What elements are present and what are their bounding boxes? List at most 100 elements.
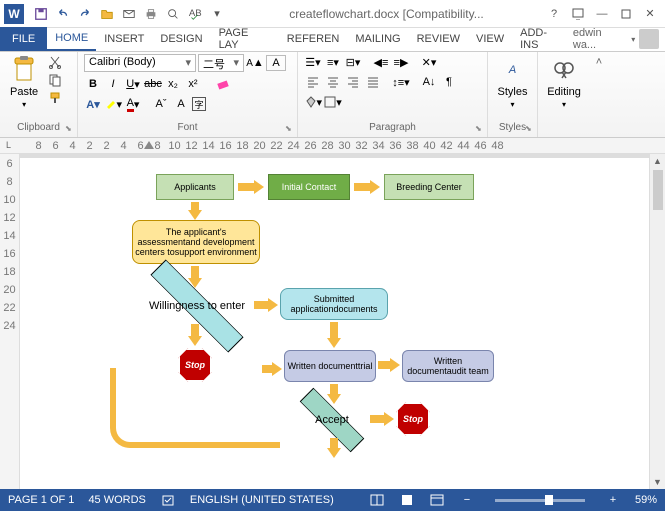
line-spacing-button[interactable]: ↕≡▾ — [392, 74, 410, 90]
maximize-button[interactable] — [615, 5, 637, 23]
zoom-out-button[interactable]: − — [459, 492, 475, 508]
language-status[interactable]: ENGLISH (UNITED STATES) — [190, 494, 334, 506]
clear-formatting-button[interactable] — [214, 76, 232, 92]
fc-written-trial[interactable]: Written documenttrial — [284, 350, 376, 382]
fc-assessment[interactable]: The applicant's assessmentand developmen… — [132, 220, 260, 264]
font-size-select[interactable]: 二号 — [198, 54, 244, 72]
fc-arrow[interactable] — [238, 180, 264, 194]
fc-initial[interactable]: Initial Contact — [268, 174, 350, 200]
increase-indent-button[interactable]: ≡▶ — [392, 54, 410, 70]
ribbon-options-button[interactable] — [567, 5, 589, 23]
user-name[interactable]: edwin wa... — [573, 27, 627, 51]
bullets-button[interactable]: ☰▾ — [304, 54, 322, 70]
fc-arrow[interactable] — [354, 180, 380, 194]
home-tab[interactable]: HOME — [47, 27, 96, 51]
proofing-icon[interactable] — [160, 492, 176, 508]
fc-arrow[interactable] — [262, 362, 282, 376]
close-button[interactable]: ✕ — [639, 5, 661, 23]
bold-button[interactable]: B — [84, 76, 102, 92]
show-marks-button[interactable]: ¶ — [440, 74, 458, 90]
paste-button[interactable]: Paste ▾ — [6, 54, 42, 111]
fc-arrow[interactable] — [327, 438, 341, 458]
shrink-font-button[interactable]: Aˇ — [152, 96, 170, 112]
fc-arrow[interactable] — [254, 298, 278, 312]
sort-button[interactable]: A↓ — [420, 74, 438, 90]
fc-arrow[interactable] — [327, 322, 341, 348]
word-count[interactable]: 45 WORDS — [88, 494, 145, 506]
fc-stop[interactable]: Stop — [396, 402, 430, 436]
font-color-button[interactable]: A▾ — [124, 96, 142, 112]
fc-breeding[interactable]: Breeding Center — [384, 174, 474, 200]
shading-button[interactable]: ▾ — [304, 94, 322, 110]
font-family-select[interactable]: Calibri (Body) — [84, 54, 196, 72]
fc-submitted[interactable]: Submitted applicationdocuments — [280, 288, 388, 320]
horizontal-ruler[interactable]: L 86422468101214161820222426283032343638… — [0, 138, 665, 154]
fc-written-audit[interactable]: Written documentaudit team — [402, 350, 494, 382]
subscript-button[interactable]: x₂ — [164, 76, 182, 92]
strikethrough-button[interactable]: abc — [144, 76, 162, 92]
fc-arrow[interactable] — [378, 358, 400, 372]
asian-layout-button[interactable]: ✕▾ — [420, 54, 438, 70]
fc-arrow[interactable] — [188, 202, 202, 220]
fc-arrow[interactable] — [188, 324, 202, 346]
multilevel-button[interactable]: ⊟▾ — [344, 54, 362, 70]
styles-button[interactable]: A Styles ▾ — [494, 54, 531, 111]
justify-button[interactable] — [364, 74, 382, 90]
minimize-button[interactable]: — — [591, 5, 613, 23]
open-button[interactable] — [98, 5, 116, 23]
numbering-button[interactable]: ≡▾ — [324, 54, 342, 70]
document-canvas[interactable]: Applicants Initial Contact Breeding Cent… — [20, 158, 649, 489]
design-tab[interactable]: DESIGN — [152, 27, 210, 51]
vertical-scrollbar[interactable]: ▲ ▼ — [649, 154, 665, 489]
fc-arrow[interactable] — [370, 412, 394, 426]
printpreview-button[interactable] — [164, 5, 182, 23]
copy-button[interactable] — [46, 72, 64, 88]
indent-marker[interactable] — [144, 141, 154, 149]
vertical-ruler[interactable]: 681012141618202224 — [0, 154, 20, 489]
format-painter-button[interactable] — [46, 90, 64, 106]
quickprint-button[interactable] — [142, 5, 160, 23]
fc-accept[interactable]: Accept — [296, 404, 368, 436]
insert-tab[interactable]: INSERT — [96, 27, 152, 51]
fc-willing[interactable]: Willingness to enter — [142, 288, 252, 324]
align-center-button[interactable] — [324, 74, 342, 90]
spelling-button[interactable]: ABC — [186, 5, 204, 23]
email-button[interactable] — [120, 5, 138, 23]
page-status[interactable]: PAGE 1 OF 1 — [8, 494, 74, 506]
scroll-up-button[interactable]: ▲ — [651, 154, 665, 168]
user-avatar[interactable] — [639, 29, 659, 49]
cut-button[interactable] — [46, 54, 64, 70]
character-border-button[interactable]: 字 — [192, 97, 206, 111]
fc-elbow-arrow[interactable] — [110, 368, 280, 448]
zoom-level[interactable]: 59% — [635, 494, 657, 506]
fc-arrow[interactable] — [327, 384, 341, 404]
read-mode-button[interactable] — [369, 492, 385, 508]
editing-button[interactable]: Editing ▾ — [544, 54, 584, 111]
fc-applicants[interactable]: Applicants — [156, 174, 234, 200]
addins-tab[interactable]: ADD-INS — [512, 27, 573, 51]
help-button[interactable]: ? — [543, 5, 565, 23]
grow-font-button[interactable]: A▲ — [246, 55, 264, 71]
view-tab[interactable]: VIEW — [468, 27, 512, 51]
clipboard-expand[interactable]: ⬊ — [65, 124, 75, 134]
font-expand[interactable]: ⬊ — [285, 124, 295, 134]
enclose-char-button[interactable]: A — [172, 96, 190, 112]
file-tab[interactable]: FILE — [0, 27, 47, 51]
styles-expand[interactable]: ⬊ — [525, 124, 535, 134]
mailings-tab[interactable]: MAILING — [347, 27, 408, 51]
text-effects-button[interactable]: A▾ — [84, 96, 102, 112]
print-layout-button[interactable] — [399, 492, 415, 508]
references-tab[interactable]: REFEREN — [279, 27, 348, 51]
align-left-button[interactable] — [304, 74, 322, 90]
scroll-down-button[interactable]: ▼ — [651, 475, 665, 489]
zoom-in-button[interactable]: + — [605, 492, 621, 508]
qat-customize-button[interactable]: ▾ — [208, 5, 226, 23]
redo-button[interactable] — [76, 5, 94, 23]
align-right-button[interactable] — [344, 74, 362, 90]
italic-button[interactable]: I — [104, 76, 122, 92]
scroll-thumb[interactable] — [653, 170, 663, 210]
collapse-ribbon-button[interactable]: ˄ — [596, 56, 602, 68]
underline-button[interactable]: U▾ — [124, 76, 142, 92]
review-tab[interactable]: REVIEW — [409, 27, 468, 51]
highlight-button[interactable]: ▾ — [104, 96, 122, 112]
